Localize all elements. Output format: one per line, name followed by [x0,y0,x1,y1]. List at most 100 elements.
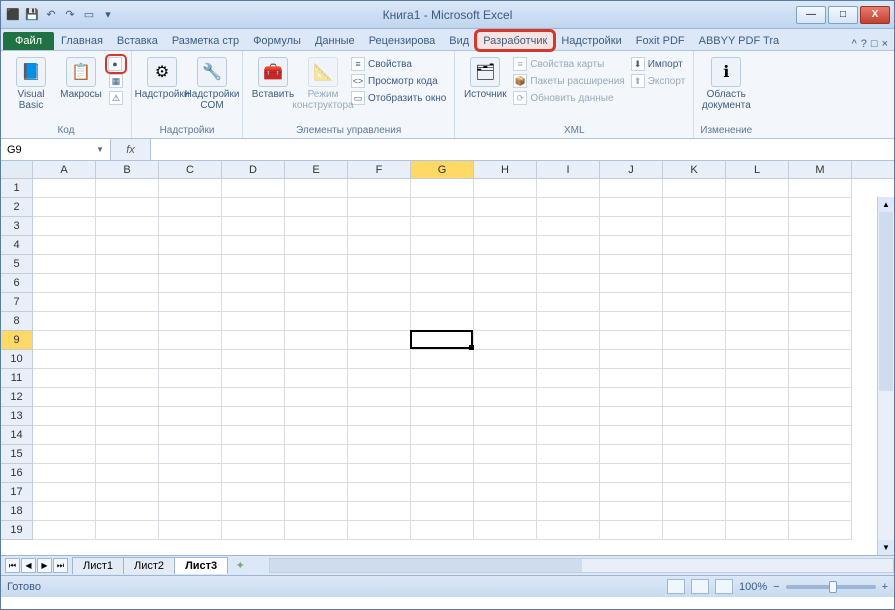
cell-F1[interactable] [348,179,411,198]
insert-control-button[interactable]: 🧰 Вставить [249,53,297,100]
cell-M9[interactable] [789,331,852,350]
cell-D10[interactable] [222,350,285,369]
cell-F11[interactable] [348,369,411,388]
cell-A7[interactable] [33,293,96,312]
cell-H19[interactable] [474,521,537,540]
cell-B1[interactable] [96,179,159,198]
cell-B15[interactable] [96,445,159,464]
row-header-18[interactable]: 18 [1,502,33,521]
cell-A6[interactable] [33,274,96,293]
cell-C8[interactable] [159,312,222,331]
cell-H18[interactable] [474,502,537,521]
cell-J18[interactable] [600,502,663,521]
cell-C5[interactable] [159,255,222,274]
formula-input[interactable] [151,139,894,160]
cell-F12[interactable] [348,388,411,407]
cell-E4[interactable] [285,236,348,255]
column-header-D[interactable]: D [222,161,285,178]
cell-J17[interactable] [600,483,663,502]
restore-workbook-icon[interactable]: □ [871,38,878,50]
map-properties-button[interactable]: ≡Свойства карты [511,56,626,72]
cell-B18[interactable] [96,502,159,521]
cell-K8[interactable] [663,312,726,331]
cell-M12[interactable] [789,388,852,407]
cell-M10[interactable] [789,350,852,369]
cell-E9[interactable] [285,331,348,350]
cell-J1[interactable] [600,179,663,198]
cell-K15[interactable] [663,445,726,464]
cell-C15[interactable] [159,445,222,464]
cell-H15[interactable] [474,445,537,464]
cell-M15[interactable] [789,445,852,464]
cell-M1[interactable] [789,179,852,198]
cell-K17[interactable] [663,483,726,502]
cell-M3[interactable] [789,217,852,236]
cell-I11[interactable] [537,369,600,388]
cell-H12[interactable] [474,388,537,407]
cell-I19[interactable] [537,521,600,540]
cell-F2[interactable] [348,198,411,217]
cell-A13[interactable] [33,407,96,426]
cell-G9[interactable] [411,331,474,350]
row-header-7[interactable]: 7 [1,293,33,312]
row-header-17[interactable]: 17 [1,483,33,502]
tab-insert[interactable]: Вставка [110,31,165,50]
cell-F9[interactable] [348,331,411,350]
cell-D16[interactable] [222,464,285,483]
fx-button[interactable]: fx [111,139,151,160]
cell-I14[interactable] [537,426,600,445]
cell-B19[interactable] [96,521,159,540]
column-header-C[interactable]: C [159,161,222,178]
refresh-data-button[interactable]: ⟳Обновить данные [511,90,626,106]
cell-M2[interactable] [789,198,852,217]
column-header-F[interactable]: F [348,161,411,178]
cell-I4[interactable] [537,236,600,255]
cell-J14[interactable] [600,426,663,445]
cell-D2[interactable] [222,198,285,217]
cell-D7[interactable] [222,293,285,312]
column-header-L[interactable]: L [726,161,789,178]
cell-F13[interactable] [348,407,411,426]
cell-H10[interactable] [474,350,537,369]
cell-A17[interactable] [33,483,96,502]
zoom-slider-thumb[interactable] [829,581,837,593]
sheet-tab-2[interactable]: Лист2 [123,557,175,574]
cell-A4[interactable] [33,236,96,255]
row-header-14[interactable]: 14 [1,426,33,445]
cell-E2[interactable] [285,198,348,217]
cell-C4[interactable] [159,236,222,255]
cell-C16[interactable] [159,464,222,483]
show-window-button[interactable]: ▭Отобразить окно [349,90,448,106]
cell-M7[interactable] [789,293,852,312]
cell-G14[interactable] [411,426,474,445]
vertical-scrollbar[interactable]: ▲ ▼ [877,197,894,555]
cell-A19[interactable] [33,521,96,540]
cell-D8[interactable] [222,312,285,331]
relative-refs-button[interactable]: ▦ [107,73,125,89]
vscroll-thumb[interactable] [879,212,893,391]
cell-I7[interactable] [537,293,600,312]
cell-F17[interactable] [348,483,411,502]
cell-B6[interactable] [96,274,159,293]
row-header-2[interactable]: 2 [1,198,33,217]
zoom-out-button[interactable]: − [773,581,779,593]
cell-L12[interactable] [726,388,789,407]
cell-C1[interactable] [159,179,222,198]
addins-button[interactable]: ⚙ Надстройки [138,53,186,100]
sheet-nav-next[interactable]: ▶ [37,558,52,573]
view-code-button[interactable]: <>Просмотр кода [349,73,448,89]
tab-data[interactable]: Данные [308,31,362,50]
cell-G15[interactable] [411,445,474,464]
cell-C12[interactable] [159,388,222,407]
collapse-ribbon-icon[interactable]: ^ [852,38,857,50]
cell-G17[interactable] [411,483,474,502]
cell-L19[interactable] [726,521,789,540]
close-workbook-icon[interactable]: × [882,38,888,50]
sheet-nav-prev[interactable]: ◀ [21,558,36,573]
xml-source-button[interactable]: 🗂 Источник [461,53,509,100]
cell-J19[interactable] [600,521,663,540]
cell-G1[interactable] [411,179,474,198]
cell-A9[interactable] [33,331,96,350]
new-icon[interactable]: ▭ [81,7,97,23]
cell-L16[interactable] [726,464,789,483]
